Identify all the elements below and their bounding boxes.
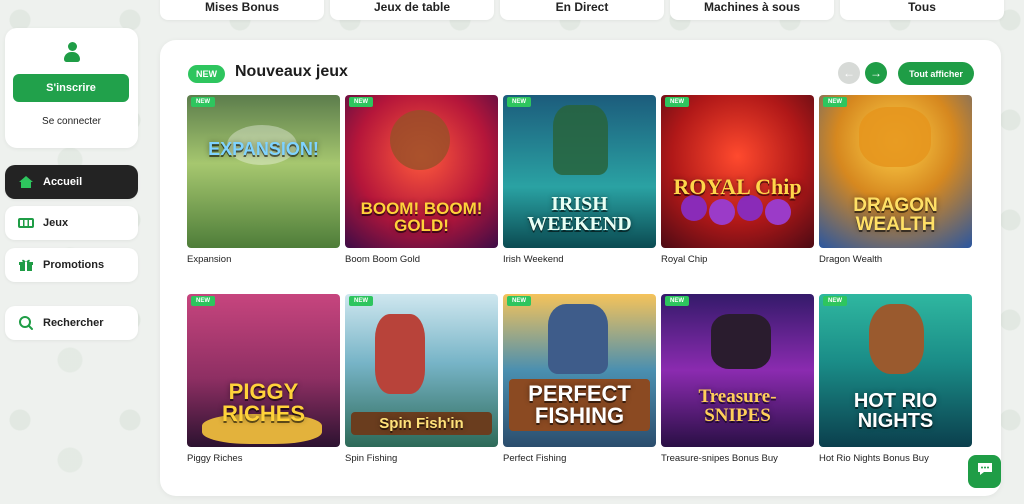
game-thumbnail[interactable]: NEW ROYAL Chip xyxy=(661,95,814,248)
chat-icon xyxy=(976,461,994,482)
chat-button[interactable] xyxy=(968,455,1001,488)
game-card[interactable]: NEW EXPANSION! Expansion xyxy=(187,95,340,294)
game-new-badge: NEW xyxy=(507,296,531,306)
game-thumbnail[interactable]: NEW IRISH WEEKEND xyxy=(503,95,656,248)
game-logo: ROYAL Chip xyxy=(673,174,802,199)
game-thumbnail[interactable]: NEW BOOM! BOOM! GOLD! xyxy=(345,95,498,248)
signup-button[interactable]: S'inscrire xyxy=(13,74,129,102)
game-title: Hot Rio Nights Bonus Buy xyxy=(819,453,929,464)
home-icon xyxy=(17,175,35,189)
login-link[interactable]: Se connecter xyxy=(5,116,138,127)
sidebar-item-label: Jeux xyxy=(43,217,69,229)
sidebar-item-label: Promotions xyxy=(43,259,105,271)
game-card[interactable]: NEW Treasure-SNIPES Treasure-snipes Bonu… xyxy=(661,294,814,493)
game-new-badge: NEW xyxy=(507,97,531,107)
category-tab-bonus[interactable]: Mises Bonus xyxy=(160,0,324,20)
category-tab-table-games[interactable]: Jeux de table xyxy=(330,0,494,20)
game-title: Royal Chip xyxy=(661,254,708,265)
game-logo: EXPANSION! xyxy=(208,139,319,159)
section-title: Nouveaux jeux xyxy=(235,63,348,80)
category-tab-slots[interactable]: Machines à sous xyxy=(670,0,834,20)
game-thumbnail[interactable]: NEW PERFECT FISHING xyxy=(503,294,656,447)
game-thumbnail[interactable]: NEW PIGGY RICHES xyxy=(187,294,340,447)
category-tab-all[interactable]: Tous xyxy=(840,0,1004,20)
game-card[interactable]: NEW ROYAL Chip Royal Chip xyxy=(661,95,814,294)
sidebar-item-games[interactable]: Jeux xyxy=(5,206,138,240)
category-tab-live[interactable]: En Direct xyxy=(500,0,664,20)
new-games-panel: NEW Nouveaux jeux ← → Tout afficher NEW … xyxy=(160,40,1001,496)
game-new-badge: NEW xyxy=(191,97,215,107)
game-card[interactable]: NEW HOT RIO NIGHTS Hot Rio Nights Bonus … xyxy=(819,294,972,493)
arrow-right-icon: → xyxy=(870,66,882,80)
sidebar-item-label: Rechercher xyxy=(43,317,104,329)
game-new-badge: NEW xyxy=(349,296,373,306)
auth-card: S'inscrire Se connecter xyxy=(5,28,138,148)
search-icon xyxy=(17,316,35,330)
game-new-badge: NEW xyxy=(349,97,373,107)
new-badge: NEW xyxy=(188,65,225,83)
see-all-button[interactable]: Tout afficher xyxy=(898,62,974,85)
game-card[interactable]: NEW Spin Fish'in Spin Fishing xyxy=(345,294,498,493)
game-thumbnail[interactable]: NEW HOT RIO NIGHTS xyxy=(819,294,972,447)
game-title: Expansion xyxy=(187,254,232,265)
game-title: Irish Weekend xyxy=(503,254,564,265)
game-logo: Spin Fish'in xyxy=(351,412,492,435)
game-logo: PIGGY RICHES xyxy=(221,379,306,426)
game-new-badge: NEW xyxy=(665,296,689,306)
game-title: Perfect Fishing xyxy=(503,453,567,464)
game-new-badge: NEW xyxy=(823,296,847,306)
sidebar-item-search[interactable]: Rechercher xyxy=(5,306,138,340)
game-title: Spin Fishing xyxy=(345,453,398,464)
game-card[interactable]: NEW DRAGON WEALTH Dragon Wealth xyxy=(819,95,972,294)
game-card[interactable]: NEW BOOM! BOOM! GOLD! Boom Boom Gold xyxy=(345,95,498,294)
arrow-left-icon: ← xyxy=(843,66,855,80)
game-title: Dragon Wealth xyxy=(819,254,883,265)
gift-icon xyxy=(17,258,35,272)
game-thumbnail[interactable]: NEW Treasure-SNIPES xyxy=(661,294,814,447)
game-card[interactable]: NEW IRISH WEEKEND Irish Weekend xyxy=(503,95,656,294)
game-thumbnail[interactable]: NEW Spin Fish'in xyxy=(345,294,498,447)
game-logo: HOT RIO NIGHTS xyxy=(853,390,938,432)
game-thumbnail[interactable]: NEW EXPANSION! xyxy=(187,95,340,248)
game-logo: BOOM! BOOM! GOLD! xyxy=(360,199,483,235)
sidebar-item-promotions[interactable]: Promotions xyxy=(5,248,138,282)
slot-machine-icon xyxy=(17,216,35,230)
game-title: Piggy Riches xyxy=(187,453,243,464)
game-new-badge: NEW xyxy=(665,97,689,107)
game-new-badge: NEW xyxy=(191,296,215,306)
game-logo: DRAGON WEALTH xyxy=(853,195,938,235)
game-title: Treasure-snipes Bonus Buy xyxy=(661,453,778,464)
game-thumbnail[interactable]: NEW DRAGON WEALTH xyxy=(819,95,972,248)
sidebar-item-home[interactable]: Accueil xyxy=(5,165,138,199)
game-logo: Treasure-SNIPES xyxy=(698,386,777,426)
user-icon xyxy=(63,40,81,64)
game-logo: IRISH WEEKEND xyxy=(527,193,632,235)
sidebar-item-label: Accueil xyxy=(43,176,83,188)
game-logo: PERFECT FISHING xyxy=(509,379,650,431)
category-bar: Mises Bonus Jeux de table En Direct Mach… xyxy=(160,0,1004,20)
games-grid: NEW EXPANSION! Expansion NEW BOOM! BOOM!… xyxy=(187,95,972,493)
carousel-next-button[interactable]: → xyxy=(865,62,887,84)
carousel-prev-button[interactable]: ← xyxy=(838,62,860,84)
game-card[interactable]: NEW PERFECT FISHING Perfect Fishing xyxy=(503,294,656,493)
game-new-badge: NEW xyxy=(823,97,847,107)
game-title: Boom Boom Gold xyxy=(345,254,420,265)
game-card[interactable]: NEW PIGGY RICHES Piggy Riches xyxy=(187,294,340,493)
